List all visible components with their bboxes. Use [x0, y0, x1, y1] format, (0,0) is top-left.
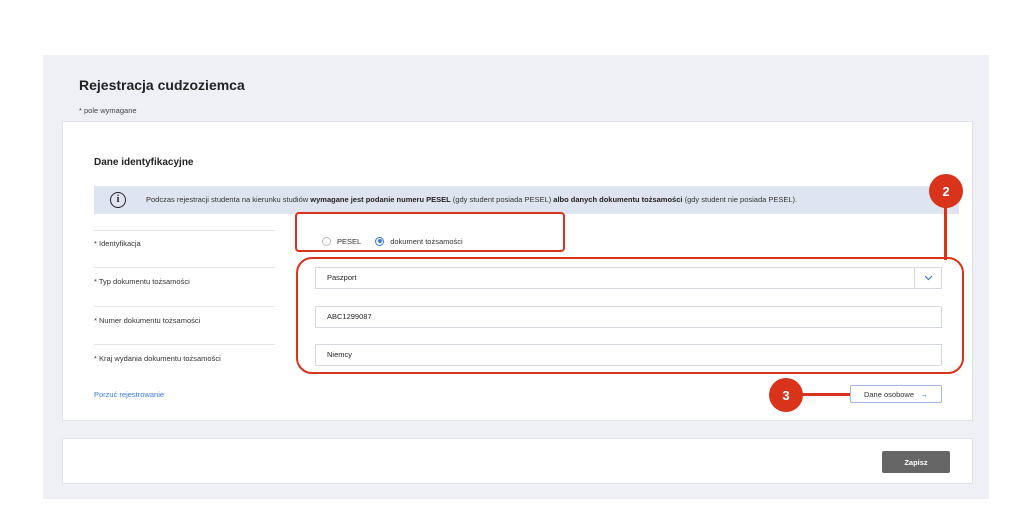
- annotation-badge-2: 2: [929, 174, 963, 208]
- row-divider: [94, 306, 275, 307]
- info-banner: i Podczas rejestracji studenta na kierun…: [94, 186, 959, 214]
- issuing-country-label: * Kraj wydania dokumentu tożsamości: [94, 354, 221, 363]
- required-note: * pole wymagane: [79, 106, 137, 115]
- footer-bar: Zapisz: [62, 438, 973, 484]
- document-number-label: * Numer dokumentu tożsamości: [94, 316, 201, 325]
- annotation-badge-3: 3: [769, 378, 803, 412]
- section-title: Dane identyfikacyjne: [94, 157, 194, 168]
- document-type-label: * Typ dokumentu tożsamości: [94, 277, 190, 286]
- annotation-highlight-identification: [295, 212, 565, 252]
- info-icon: i: [110, 192, 126, 208]
- row-divider: [94, 344, 275, 345]
- abandon-registration-link[interactable]: Porzuć rejestrowanie: [94, 390, 164, 399]
- save-button[interactable]: Zapisz: [882, 451, 950, 473]
- arrow-right-icon: →: [920, 389, 929, 399]
- page-title: Rejestracja cudzoziemca: [79, 77, 245, 93]
- annotation-connector-2: [944, 206, 947, 260]
- row-divider: [94, 230, 275, 231]
- annotation-connector-3: [800, 393, 850, 396]
- annotation-highlight-document-fields: [296, 257, 964, 374]
- next-button-label: Dane osobowe: [863, 389, 915, 399]
- info-text: Podczas rejestracji studenta na kierunku…: [146, 195, 798, 204]
- identification-label: * Identyfikacja: [94, 239, 141, 248]
- personal-data-next-button[interactable]: Dane osobowe →: [850, 385, 942, 403]
- row-divider: [94, 267, 275, 268]
